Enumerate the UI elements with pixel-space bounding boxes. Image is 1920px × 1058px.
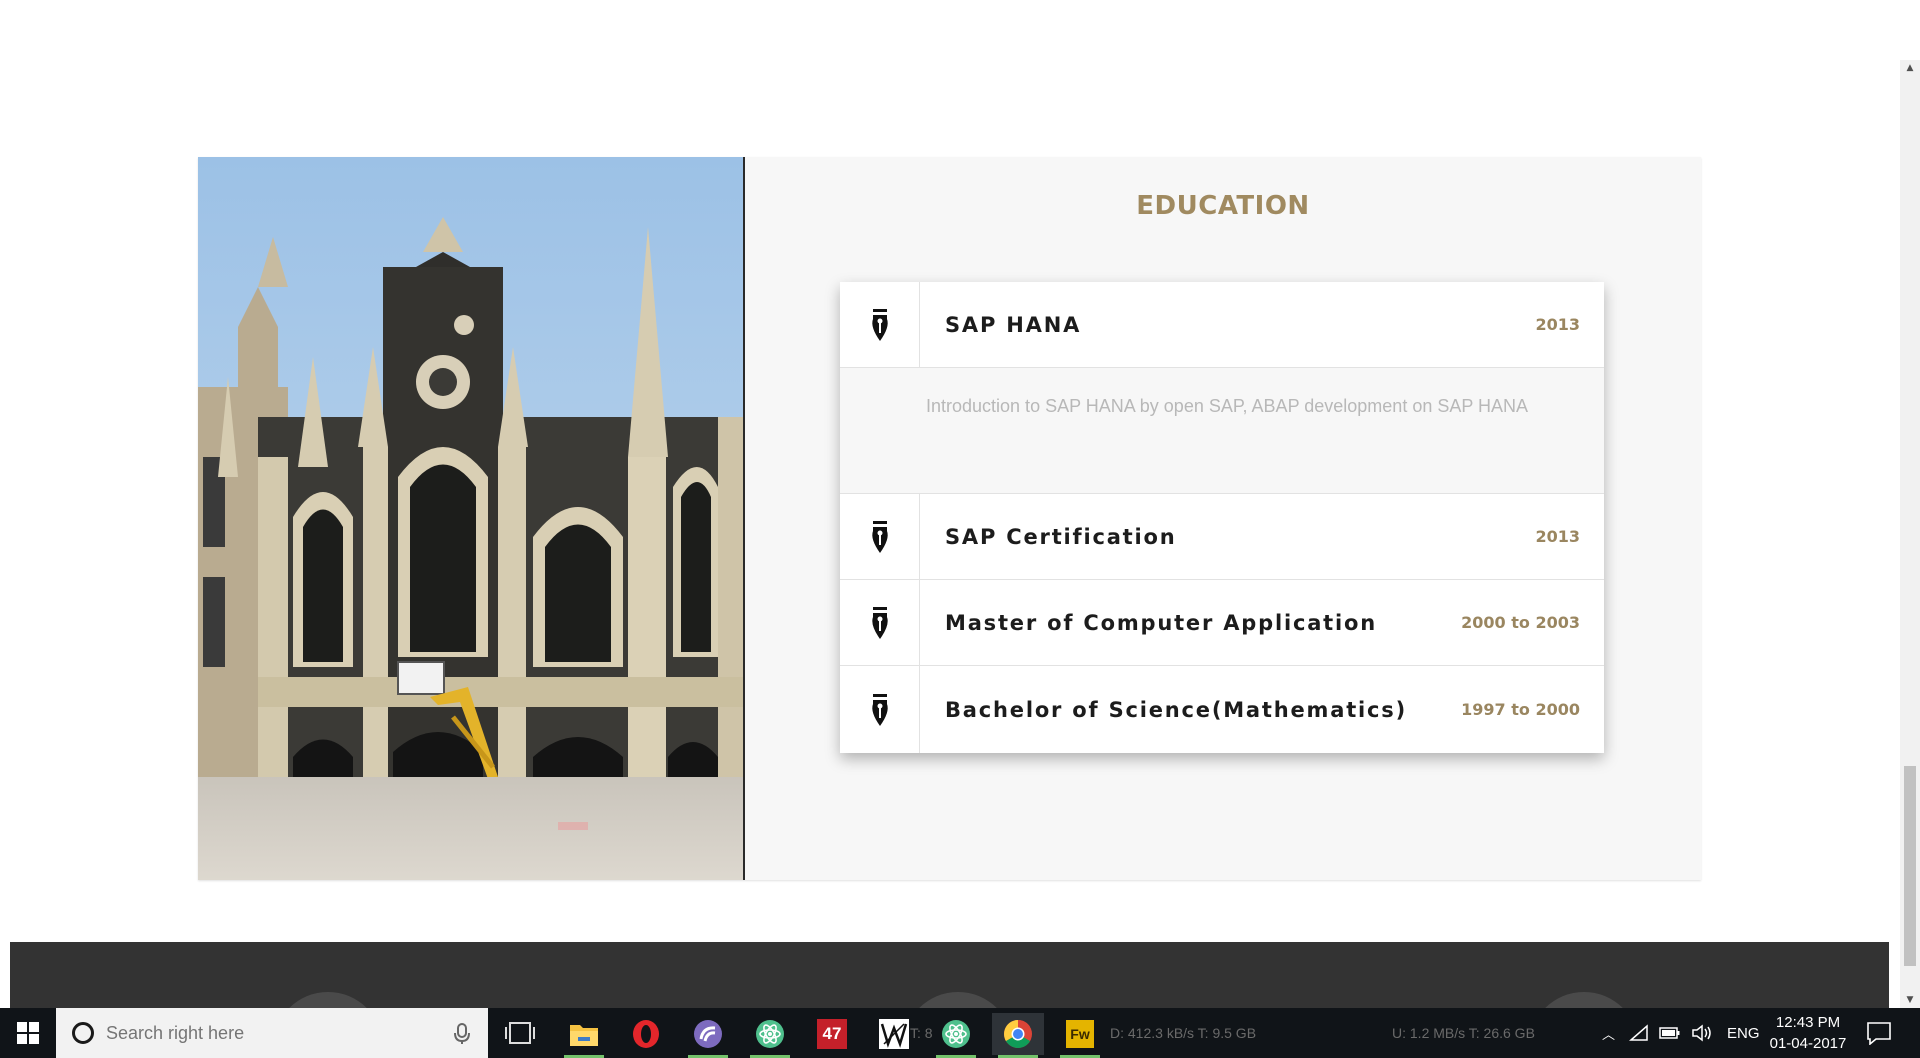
taskbar-app-atom-1[interactable] [744,1013,796,1058]
chrome-icon [1004,1020,1032,1048]
education-item-sap-certification[interactable]: SAP Certification 2013 [840,494,1604,580]
show-hidden-icons-chevron-icon[interactable]: ︿ [1602,1024,1615,1043]
education-item-year: 2013 [1535,315,1580,334]
atom-icon [942,1020,970,1048]
footer-circle [1529,992,1639,1008]
taskbar-app-47[interactable]: 47 [806,1013,858,1055]
netmeter-fragment: T: 8 [910,1025,933,1041]
cortana-circle-icon [72,1022,94,1044]
education-item-mca[interactable]: Master of Computer Application 2000 to 2… [840,580,1604,666]
windows-taskbar: 47 Fw T: 8 D: 412.3 kB/s T: 9.5 GB U: 1.… [0,1008,1920,1058]
footer-circle [903,992,1013,1008]
taskbar-search-box[interactable] [56,1008,488,1058]
fountain-pen-nib-icon [840,282,920,367]
taskbar-search-input[interactable] [106,1022,436,1044]
battery-icon[interactable] [1659,1026,1681,1040]
education-item-sap-hana[interactable]: SAP HANA 2013 [840,282,1604,368]
input-language-indicator[interactable]: ENG [1727,1025,1760,1042]
university-building-photo [198,157,745,880]
taskbar-clock[interactable]: 12:43 PM 01-04-2017 [1766,1012,1850,1054]
windows-logo-icon [17,1022,39,1044]
education-item-year: 1997 to 2000 [1461,700,1580,719]
microphone-icon[interactable] [452,1023,472,1045]
scrollbar-thumb[interactable] [1904,766,1916,966]
fountain-pen-nib-icon [840,666,920,753]
university-building-image [198,157,743,880]
section-title: EDUCATION [1136,191,1310,221]
scroll-down-arrow-icon[interactable]: ▼ [1900,992,1920,1008]
taskbar-app-fireworks[interactable]: Fw [1054,1013,1106,1058]
education-item-title: Master of Computer Application [945,610,1377,635]
system-tray: ︿ ENG [1602,1008,1760,1058]
taskbar-app-atom-2[interactable] [930,1013,982,1058]
education-item-title: SAP Certification [945,524,1177,549]
fountain-pen-nib-icon [840,494,920,579]
education-item-year: 2000 to 2003 [1461,613,1580,632]
clock-date: 01-04-2017 [1769,1035,1847,1052]
netmeter-upload: U: 1.2 MB/s T: 26.6 GB [1392,1025,1535,1041]
education-item-title: SAP HANA [945,312,1082,337]
education-item-year: 2013 [1535,527,1580,546]
network-wifi-icon[interactable] [1629,1024,1649,1042]
fireworks-icon: Fw [1066,1020,1094,1048]
action-center-notification-icon[interactable] [1866,1021,1892,1045]
wx-icon [879,1019,909,1049]
bittorrent-icon [694,1020,722,1048]
footer-circle [273,992,383,1008]
page-scrollbar[interactable]: ▲ ▼ [1900,60,1920,1008]
taskbar-app-torrent[interactable] [682,1013,734,1058]
folder-icon [570,1025,598,1046]
education-item-description: Introduction to SAP HANA by open SAP, AB… [840,368,1604,494]
start-button[interactable] [0,1008,56,1058]
scroll-up-arrow-icon[interactable]: ▲ [1900,60,1920,76]
taskbar-app-file-explorer[interactable] [558,1013,610,1058]
taskbar-app-opera[interactable] [620,1013,672,1055]
education-item-title: Bachelor of Science(Mathematics) [945,697,1407,722]
netmeter-download: D: 412.3 kB/s T: 9.5 GB [1110,1025,1257,1041]
education-item-bsc[interactable]: Bachelor of Science(Mathematics) 1997 to… [840,666,1604,753]
atom-icon [756,1020,784,1048]
task-view-icon[interactable] [504,1020,536,1046]
education-section: EDUCATION SAP HANA 2013 Introduction to … [198,157,1701,880]
fountain-pen-nib-icon [840,580,920,665]
education-timeline: SAP HANA 2013 Introduction to SAP HANA b… [840,282,1604,753]
opera-icon [633,1020,659,1048]
volume-speaker-icon[interactable] [1691,1024,1713,1042]
page-footer [10,942,1889,1008]
taskbar-app-chrome[interactable] [992,1013,1044,1058]
web-page: EDUCATION SAP HANA 2013 Introduction to … [0,0,1900,1008]
badge-47-icon: 47 [817,1019,847,1049]
clock-time: 12:43 PM [1775,1014,1841,1031]
